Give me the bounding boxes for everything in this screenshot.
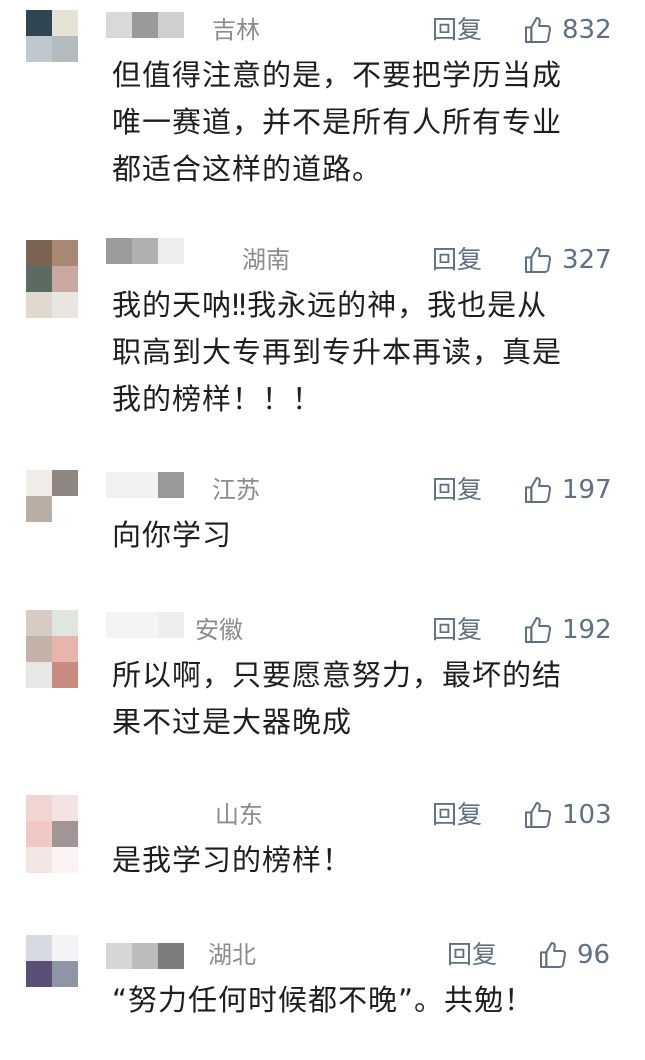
like-button[interactable]: 96: [537, 935, 610, 975]
reply-button[interactable]: 回复: [432, 470, 482, 510]
avatar-pixel: [52, 36, 78, 62]
like-count: 197: [562, 475, 612, 505]
avatar-pixel: [52, 961, 78, 987]
thumbs-up-icon: [525, 477, 551, 504]
avatar[interactable]: [26, 795, 78, 873]
like-button[interactable]: 327: [522, 240, 612, 280]
comment-text: 向你学习: [112, 518, 233, 552]
avatar[interactable]: [26, 470, 78, 522]
avatar-pixel: [52, 610, 78, 636]
username-blurred[interactable]: [106, 943, 184, 969]
like-button[interactable]: 103: [522, 795, 612, 835]
thumbs-up-icon: [525, 247, 551, 274]
avatar-pixel: [26, 240, 52, 266]
avatar-pixel: [52, 496, 78, 522]
username-blurred[interactable]: [106, 238, 184, 264]
reply-button[interactable]: 回复: [432, 610, 482, 650]
reply-button[interactable]: 回复: [432, 240, 482, 280]
avatar-pixel: [52, 10, 78, 36]
avatar-pixel: [52, 240, 78, 266]
avatar-pixel: [26, 795, 52, 821]
avatar[interactable]: [26, 240, 78, 318]
like-count: 103: [562, 800, 612, 830]
avatar-pixel: [26, 636, 52, 662]
comment-text: 但值得注意的是，不要把学历当成 唯一赛道，并不是所有人所有专业 都适合这样的道路…: [112, 58, 563, 186]
avatar-pixel: [52, 636, 78, 662]
username-blurred[interactable]: [106, 12, 184, 38]
avatar-pixel: [26, 496, 52, 522]
thumbs-up-icon: [525, 617, 551, 644]
like-button[interactable]: 192: [522, 610, 612, 650]
like-button[interactable]: 832: [522, 10, 612, 50]
region-label: 江苏: [212, 476, 260, 504]
avatar-pixel: [52, 662, 78, 688]
like-count: 832: [562, 15, 612, 45]
username-blurred[interactable]: [106, 797, 184, 823]
like-count: 192: [562, 615, 612, 645]
avatar[interactable]: [26, 935, 78, 987]
like-count: 96: [577, 940, 611, 970]
avatar[interactable]: [26, 610, 78, 688]
avatar-pixel: [26, 36, 52, 62]
region-label: 湖南: [242, 246, 290, 274]
reply-button[interactable]: 回复: [432, 10, 482, 50]
region-label: 吉林: [212, 16, 260, 44]
region-label: 安徽: [195, 616, 243, 644]
avatar-pixel: [52, 935, 78, 961]
comment-text: 是我学习的榜样！: [112, 843, 353, 877]
avatar-pixel: [26, 961, 52, 987]
comment-text: “努力任何时候都不晚”。共勉！: [112, 983, 535, 1017]
avatar-pixel: [26, 662, 52, 688]
avatar-pixel: [26, 935, 52, 961]
thumbs-up-icon: [525, 17, 551, 44]
reply-button[interactable]: 回复: [432, 795, 482, 835]
region-label: 湖北: [208, 941, 256, 969]
avatar-pixel: [52, 821, 78, 847]
like-count: 327: [562, 245, 612, 275]
avatar-pixel: [26, 10, 52, 36]
avatar[interactable]: [26, 10, 78, 62]
avatar-pixel: [26, 847, 52, 873]
reply-button[interactable]: 回复: [447, 935, 497, 975]
username-blurred[interactable]: [106, 612, 184, 638]
region-label: 山东: [215, 801, 263, 829]
avatar-pixel: [52, 292, 78, 318]
like-button[interactable]: 197: [522, 470, 612, 510]
comment-text: 所以啊，只要愿意努力，最坏的结 果不过是大器晚成: [112, 658, 563, 739]
avatar-pixel: [52, 847, 78, 873]
avatar-pixel: [26, 821, 52, 847]
avatar-pixel: [26, 266, 52, 292]
avatar-pixel: [52, 266, 78, 292]
avatar-pixel: [26, 610, 52, 636]
avatar-pixel: [52, 795, 78, 821]
thumbs-up-icon: [525, 802, 551, 829]
comment-text: 我的天呐‼我永远的神，我也是从 职高到大专再到专升本再读，真是 我的榜样！！！: [112, 288, 563, 416]
avatar-pixel: [26, 470, 52, 496]
thumbs-up-icon: [540, 942, 566, 969]
avatar-pixel: [26, 292, 52, 318]
avatar-pixel: [52, 470, 78, 496]
username-blurred[interactable]: [106, 472, 184, 498]
